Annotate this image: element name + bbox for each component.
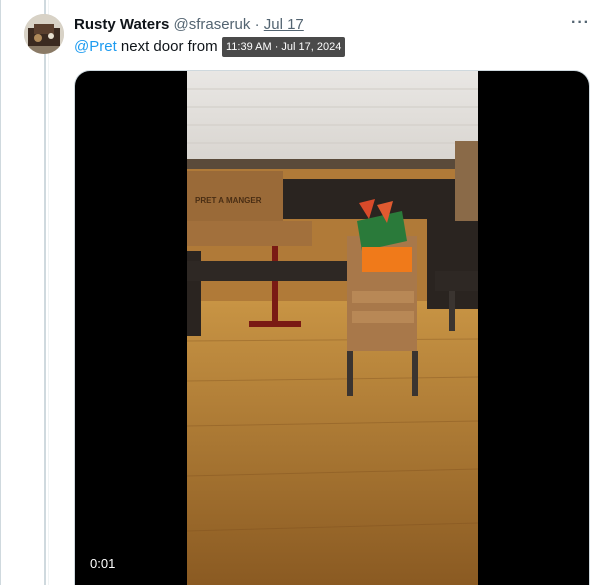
avatar[interactable]: [24, 14, 64, 54]
avatar-image: [24, 14, 64, 54]
video-poster-image: PRET A MANGER: [187, 71, 478, 585]
separator-dot: ·: [254, 16, 260, 33]
thread-connector-line-inner: [48, 0, 49, 585]
tweet-text-body: next door from: [116, 38, 218, 55]
video-elapsed-time: 0:01: [90, 556, 116, 571]
thread-connector-line: [44, 0, 46, 585]
poster-sign-text: PRET A MANGER: [195, 196, 262, 205]
mention-link[interactable]: @Pret: [74, 38, 117, 55]
more-options-icon[interactable]: ···: [571, 14, 590, 32]
display-name[interactable]: Rusty Waters: [74, 16, 169, 33]
video-player[interactable]: PRET A MANGER: [74, 70, 590, 585]
video-frame: PRET A MANGER: [187, 71, 478, 585]
timestamp-tooltip: 11:39 AM · Jul 17, 2024: [222, 37, 346, 57]
tweet-header: Rusty Waters @sfraseruk · Jul 17: [74, 16, 304, 34]
tweet-date-link[interactable]: Jul 17: [264, 16, 304, 33]
user-handle[interactable]: @sfraseruk: [173, 16, 250, 33]
tweet-text: @Pret next door from: [74, 38, 218, 56]
